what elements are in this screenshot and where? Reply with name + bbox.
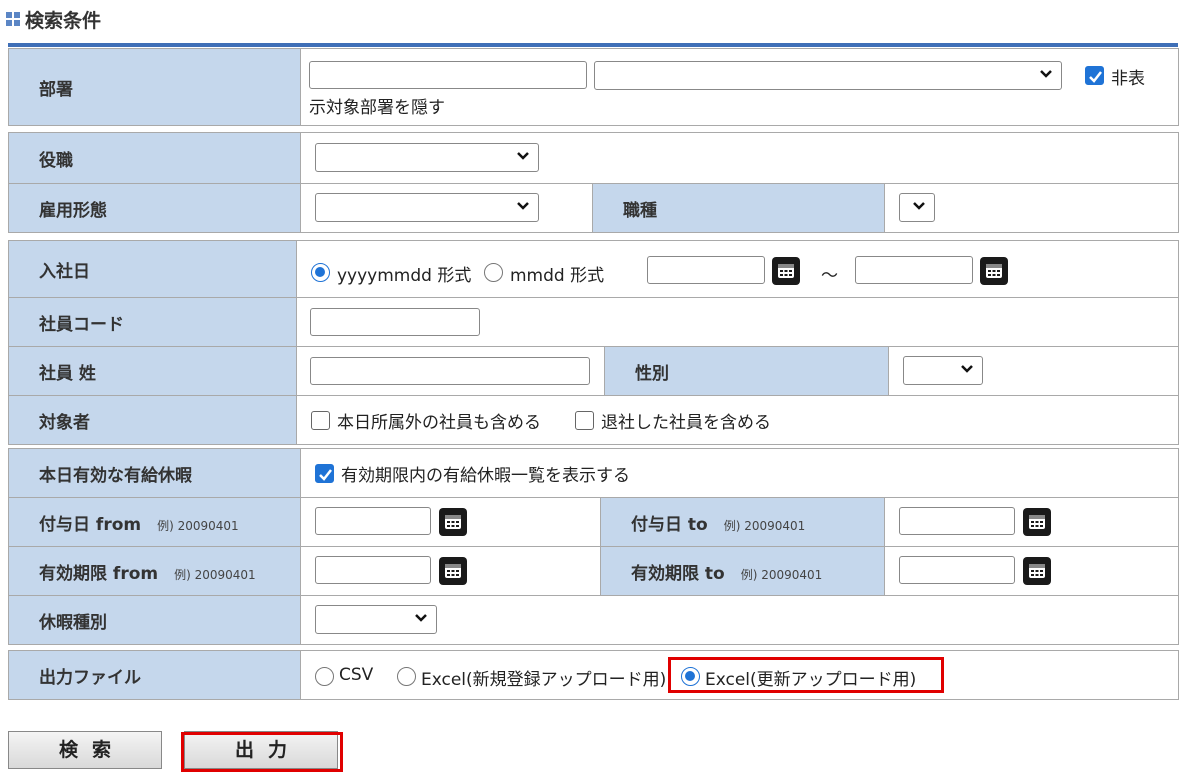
title-underline xyxy=(8,43,1178,47)
expiry-from-input[interactable] xyxy=(315,556,431,584)
chevron-down-icon xyxy=(516,199,530,213)
employee-last-name-input[interactable] xyxy=(310,357,590,385)
highlight-box xyxy=(181,732,343,772)
output-file-block: 出力ファイル CSV Excel(新規登録アップロード用) Excel(更新アッ… xyxy=(8,650,1179,700)
chevron-down-icon xyxy=(516,149,530,163)
chevron-down-icon xyxy=(960,362,974,376)
calendar-icon[interactable] xyxy=(439,508,467,536)
gender-select[interactable] xyxy=(903,356,983,385)
valid-leave-checkbox-label: 有効期限内の有給休暇一覧を表示する xyxy=(341,466,630,486)
output-csv-label: CSV xyxy=(339,665,374,685)
format-yyyymmdd-radio[interactable] xyxy=(311,263,330,282)
section-title: 検索条件 xyxy=(6,6,101,32)
hire-date-to-input[interactable] xyxy=(855,256,973,284)
highlight-box xyxy=(668,657,944,693)
search-button[interactable]: 検索 xyxy=(8,731,162,769)
valid-leave-label: 本日有効な有給休暇 xyxy=(8,448,301,498)
chevron-down-icon xyxy=(414,611,428,625)
leave-type-label: 休暇種別 xyxy=(8,595,301,645)
expiry-to-label: 有効期限 to 例) 20090401 xyxy=(600,546,885,596)
hide-department-checkbox[interactable] xyxy=(1085,66,1104,85)
date-range-separator: ～ xyxy=(821,266,838,286)
calendar-icon[interactable] xyxy=(439,557,467,585)
position-select[interactable] xyxy=(315,143,539,172)
position-block: 役職 雇用形態 職種 xyxy=(8,132,1180,233)
include-non-affiliated-checkbox[interactable] xyxy=(311,411,330,430)
output-csv-radio[interactable] xyxy=(315,667,334,686)
gender-label: 性別 xyxy=(604,346,889,396)
output-excel-new-label: Excel(新規登録アップロード用) xyxy=(421,670,667,690)
hide-department-label-2: 示対象部署を隠す xyxy=(309,98,445,118)
employment-type-label: 雇用形態 xyxy=(8,183,301,233)
hire-date-label: 入社日 xyxy=(8,240,297,298)
calendar-icon[interactable] xyxy=(980,257,1008,285)
expiry-from-label: 有効期限 from 例) 20090401 xyxy=(8,546,301,596)
leave-type-select[interactable] xyxy=(315,605,437,634)
output-excel-new-radio[interactable] xyxy=(397,667,416,686)
include-retired-label: 退社した社員を含める xyxy=(601,413,771,433)
department-select[interactable] xyxy=(594,61,1062,90)
include-non-affiliated-label: 本日所属外の社員も含める xyxy=(337,413,541,433)
chevron-down-icon xyxy=(912,199,926,213)
grid-icon xyxy=(6,12,20,26)
job-type-select[interactable] xyxy=(899,193,935,222)
expiry-to-input[interactable] xyxy=(899,556,1015,584)
chevron-down-icon xyxy=(1039,67,1053,81)
paid-leave-block: 本日有効な有給休暇 有効期限内の有給休暇一覧を表示する 付与日 from 例) 2… xyxy=(8,448,1180,645)
position-label: 役職 xyxy=(8,132,301,184)
grant-date-to-label: 付与日 to 例) 20090401 xyxy=(600,497,885,547)
valid-leave-checkbox[interactable] xyxy=(315,464,334,483)
job-type-label: 職種 xyxy=(592,183,885,233)
include-retired-checkbox[interactable] xyxy=(575,411,594,430)
employee-code-input[interactable] xyxy=(310,308,480,336)
calendar-icon[interactable] xyxy=(1023,508,1051,536)
target-label: 対象者 xyxy=(8,395,297,445)
employee-code-label: 社員コード xyxy=(8,297,297,347)
format-yyyymmdd-label: yyyymmdd 形式 xyxy=(337,266,472,286)
employment-type-select[interactable] xyxy=(315,193,539,222)
format-mmdd-label: mmdd 形式 xyxy=(510,266,605,286)
output-file-label: 出力ファイル xyxy=(8,650,301,700)
department-label: 部署 xyxy=(8,48,301,126)
employee-block: 入社日 yyyymmdd 形式 mmdd 形式 ～ 社員コード 社員 姓 性別 xyxy=(8,240,1180,445)
format-mmdd-radio[interactable] xyxy=(484,263,503,282)
department-block: 部署 非表 示対象部署を隠す xyxy=(8,48,1179,126)
section-title-text: 検索条件 xyxy=(25,9,102,32)
grant-date-from-label: 付与日 from 例) 20090401 xyxy=(8,497,301,547)
hide-department-label-1: 非表 xyxy=(1111,69,1145,89)
hire-date-from-input[interactable] xyxy=(647,256,765,284)
employee-last-name-label: 社員 姓 xyxy=(8,346,297,396)
calendar-icon[interactable] xyxy=(1023,557,1051,585)
grant-date-to-input[interactable] xyxy=(899,507,1015,535)
department-code-input[interactable] xyxy=(309,61,587,89)
calendar-icon[interactable] xyxy=(772,257,800,285)
grant-date-from-input[interactable] xyxy=(315,507,431,535)
